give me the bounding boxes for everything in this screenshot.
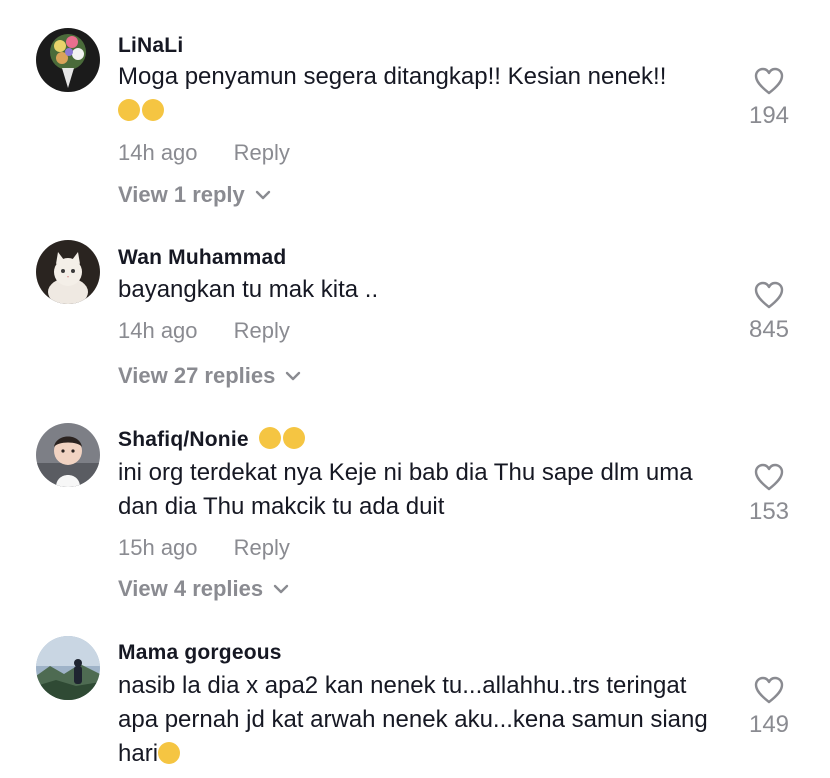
- like-button[interactable]: 194: [729, 66, 809, 130]
- heart-icon: [754, 676, 784, 704]
- like-button[interactable]: 149: [729, 675, 809, 739]
- avatar[interactable]: [36, 636, 100, 700]
- chevron-down-icon: [255, 190, 270, 200]
- comment-meta: 15h ago Reply: [118, 535, 290, 561]
- username[interactable]: Shafiq/Nonie: [118, 427, 307, 452]
- view-replies-button[interactable]: View 1 reply: [118, 182, 271, 208]
- tongue-emoji-icon: [258, 427, 307, 451]
- like-button[interactable]: 153: [729, 462, 809, 526]
- avatar[interactable]: [36, 423, 100, 487]
- username[interactable]: LiNaLi: [118, 34, 183, 58]
- reply-button[interactable]: Reply: [234, 140, 290, 165]
- comment-text-body: bayangkan tu mak kita ..: [118, 276, 379, 303]
- chevron-down-icon: [286, 371, 301, 381]
- comment-meta: 14h ago Reply: [118, 140, 290, 166]
- like-count: 153: [748, 498, 790, 525]
- comment-text: nasib la dia x apa2 kan nenek tu...allah…: [118, 669, 728, 771]
- like-button[interactable]: 845: [729, 280, 809, 344]
- heart-icon: [754, 463, 784, 491]
- like-count: 149: [748, 711, 790, 738]
- comment-text: ini org terdekat nya Keje ni bab dia Thu…: [118, 456, 728, 524]
- heart-icon: [754, 281, 784, 309]
- comment-text-body: ini org terdekat nya Keje ni bab dia Thu…: [118, 459, 693, 520]
- chevron-down-icon: [273, 584, 289, 594]
- heart-icon: [754, 67, 784, 95]
- reply-button[interactable]: Reply: [234, 318, 290, 343]
- username[interactable]: Wan Muhammad: [118, 246, 286, 270]
- username[interactable]: Mama gorgeous: [118, 641, 282, 665]
- landscape-silhouette-avatar-icon: [36, 636, 100, 700]
- child-photo-avatar-icon: [36, 423, 100, 487]
- like-count: 845: [748, 316, 790, 343]
- flower-bouquet-avatar-icon: [36, 28, 100, 92]
- reply-button[interactable]: Reply: [234, 535, 290, 560]
- comment-text-body: Moga penyamun segera ditangkap!! Kesian …: [118, 63, 667, 90]
- comment-text: bayangkan tu mak kita ..: [118, 273, 728, 307]
- view-replies-button[interactable]: View 4 replies: [118, 576, 289, 602]
- username-text: Shafiq/Nonie: [118, 428, 249, 451]
- view-replies-label: View 1 reply: [118, 182, 245, 207]
- pensive-emoji-icon: [118, 97, 166, 124]
- view-replies-label: View 27 replies: [118, 363, 276, 388]
- avatar[interactable]: [36, 240, 100, 304]
- comment-meta: 14h ago Reply: [118, 318, 290, 344]
- timestamp: 15h ago: [118, 535, 198, 560]
- white-cat-avatar-icon: [36, 240, 100, 304]
- like-count: 194: [748, 102, 790, 129]
- comment-text-body: nasib la dia x apa2 kan nenek tu...allah…: [118, 672, 708, 767]
- timestamp: 14h ago: [118, 140, 198, 165]
- timestamp: 14h ago: [118, 318, 198, 343]
- comment-text: Moga penyamun segera ditangkap!! Kesian …: [118, 60, 728, 128]
- crying-emoji-icon: [158, 740, 182, 767]
- avatar[interactable]: [36, 28, 100, 92]
- view-replies-label: View 4 replies: [118, 576, 264, 601]
- view-replies-button[interactable]: View 27 replies: [118, 363, 301, 389]
